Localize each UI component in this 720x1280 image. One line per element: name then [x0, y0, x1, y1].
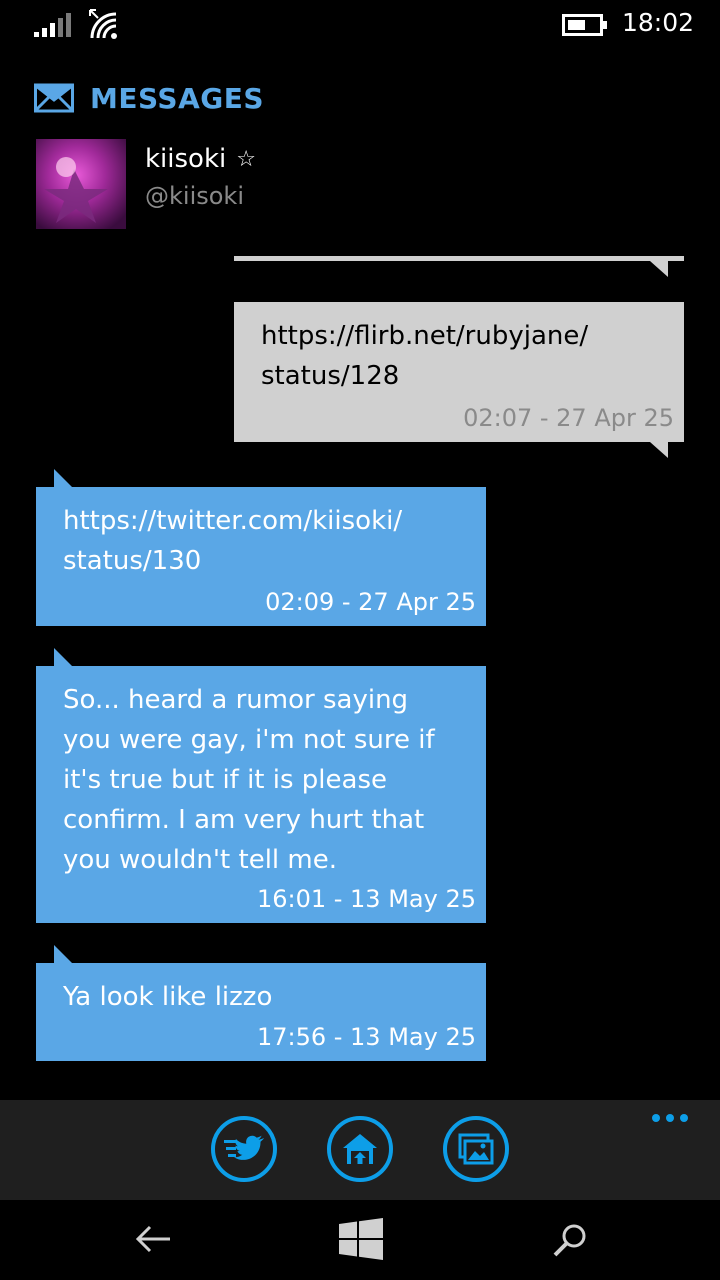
- home-button[interactable]: [327, 1116, 393, 1182]
- bubble-tail: [54, 945, 72, 963]
- sent-message-edge: [234, 256, 684, 261]
- profile-name: kiisoki: [145, 144, 227, 174]
- back-icon[interactable]: [134, 1222, 172, 1256]
- message-text[interactable]: https://twitter.com/kiisoki/ status/130: [63, 501, 476, 581]
- message-timestamp: 02:09 - 27 Apr 25: [265, 588, 476, 616]
- home-icon: [343, 1134, 377, 1164]
- star-icon[interactable]: ☆: [236, 147, 256, 172]
- bubble-tail: [54, 469, 72, 487]
- message-bubble-received[interactable]: https://twitter.com/kiisoki/ status/130 …: [36, 487, 486, 626]
- battery-icon: [562, 14, 607, 36]
- message-bubble-received[interactable]: So... heard a rumor saying you were gay,…: [36, 666, 486, 923]
- nav-bar: [0, 1200, 720, 1280]
- status-bar: 18:02: [0, 0, 720, 50]
- messages-screen: 18:02 MESSAGES kiisoki ☆ @kiisoki https:…: [0, 0, 720, 1280]
- profile-name-row: kiisoki ☆: [145, 144, 256, 174]
- message-text[interactable]: Ya look like lizzo: [63, 977, 476, 1017]
- message-text[interactable]: So... heard a rumor saying you were gay,…: [63, 680, 476, 880]
- message-bubble-received[interactable]: Ya look like lizzo 17:56 - 13 May 25: [36, 963, 486, 1061]
- tweet-button[interactable]: [211, 1116, 277, 1182]
- windows-start-icon[interactable]: [339, 1218, 383, 1260]
- mail-icon: [34, 83, 74, 113]
- message-timestamp: 02:07 - 27 Apr 25: [463, 404, 674, 432]
- status-time: 18:02: [622, 8, 695, 37]
- bubble-tail: [650, 442, 668, 458]
- more-icon[interactable]: [652, 1114, 688, 1122]
- app-bar: [0, 1100, 720, 1200]
- message-timestamp: 16:01 - 13 May 25: [256, 885, 476, 913]
- signal-icon: [34, 13, 71, 37]
- app-header: MESSAGES: [34, 78, 264, 118]
- gallery-button[interactable]: [443, 1116, 509, 1182]
- search-icon[interactable]: [552, 1222, 588, 1258]
- wifi-icon: [89, 9, 117, 39]
- page-title: MESSAGES: [90, 81, 265, 115]
- tweet-icon: [224, 1135, 264, 1160]
- profile-handle: @kiisoki: [145, 182, 244, 210]
- message-bubble-sent[interactable]: https://flirb.net/rubyjane/ status/128 0…: [234, 302, 684, 442]
- avatar[interactable]: [36, 139, 126, 229]
- gallery-icon: [458, 1133, 494, 1165]
- message-timestamp: 17:56 - 13 May 25: [256, 1023, 476, 1051]
- message-text[interactable]: https://flirb.net/rubyjane/ status/128: [261, 316, 674, 396]
- bubble-tail: [54, 648, 72, 666]
- bubble-tail: [650, 261, 668, 277]
